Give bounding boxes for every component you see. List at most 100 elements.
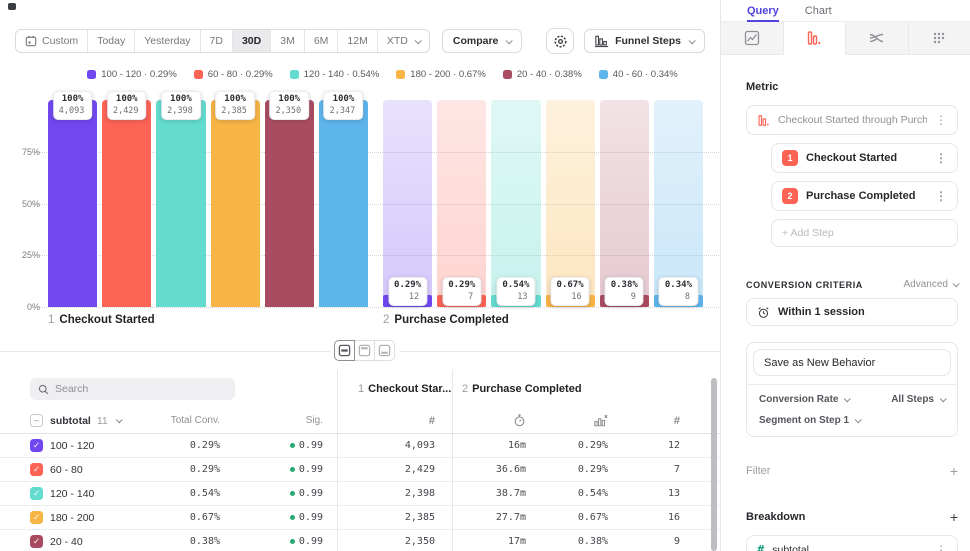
date-range-7d[interactable]: 7D bbox=[201, 30, 233, 52]
select-all-checkbox[interactable]: – bbox=[30, 414, 43, 427]
retention-tab[interactable] bbox=[909, 22, 970, 55]
date-range-6m[interactable]: 6M bbox=[305, 30, 339, 52]
total-conv-header[interactable]: Total Conv. bbox=[167, 415, 222, 426]
chevron-down-icon bbox=[953, 280, 960, 287]
kebab-menu-icon[interactable]: ⋮ bbox=[935, 190, 947, 202]
funnel-bar[interactable]: 0.34%8 bbox=[654, 100, 703, 307]
date-range-yesterday[interactable]: Yesterday bbox=[135, 30, 200, 52]
table-row[interactable]: ✓20 - 40 0.38% 0.99 2,350 17m 0.38% 9 bbox=[0, 530, 720, 551]
step1-axis-label: 1Checkout Started bbox=[48, 314, 155, 326]
date-range-3m[interactable]: 3M bbox=[271, 30, 305, 52]
add-filter-button[interactable]: + bbox=[950, 463, 958, 479]
bar-value-label: 0.54%13 bbox=[496, 277, 535, 306]
funnel-bar[interactable]: 100%2,398 bbox=[156, 100, 205, 307]
chart-type-button[interactable]: Funnel Steps bbox=[584, 29, 705, 53]
legend-swatch bbox=[87, 70, 96, 79]
step-card-1[interactable]: 1 Checkout Started ⋮ bbox=[771, 143, 958, 173]
funnel-bar[interactable]: 0.29%7 bbox=[437, 100, 486, 307]
conversion-criteria-heading: CONVERSION CRITERIA bbox=[746, 280, 904, 290]
layout-chart-only-button[interactable] bbox=[354, 340, 375, 361]
legend-item[interactable]: 20 - 40 · 0.38% bbox=[503, 69, 582, 80]
steps-dropdown[interactable]: All Steps bbox=[891, 394, 945, 405]
legend-item[interactable]: 180 - 200 · 0.67% bbox=[396, 69, 486, 80]
sig-status-dot bbox=[290, 515, 295, 520]
date-range-12m[interactable]: 12M bbox=[338, 30, 377, 52]
count-header-hash-icon[interactable]: # bbox=[325, 415, 437, 427]
significance-cell: 0.99 bbox=[222, 464, 325, 475]
table-row[interactable]: ✓100 - 120 0.29% 0.99 4,093 16m 0.29% 12 bbox=[0, 434, 720, 458]
breakdown-section: Breakdown + bbox=[746, 509, 958, 525]
row-checkbox[interactable]: ✓ bbox=[30, 511, 43, 524]
legend-item[interactable]: 40 - 60 · 0.34% bbox=[599, 69, 678, 80]
conversion-rate-header[interactable] bbox=[528, 414, 610, 428]
count-header-hash-icon[interactable]: # bbox=[610, 415, 682, 427]
kebab-menu-icon[interactable]: ⋮ bbox=[935, 114, 947, 126]
funnel-bar[interactable]: 100%2,347 bbox=[319, 100, 368, 307]
funnel-bar[interactable]: 100%4,093 bbox=[48, 100, 97, 307]
row-checkbox[interactable]: ✓ bbox=[30, 439, 43, 452]
chart-type-label: Funnel Steps bbox=[615, 35, 681, 47]
row-checkbox[interactable]: ✓ bbox=[30, 535, 43, 548]
date-range-30d[interactable]: 30D bbox=[233, 30, 271, 52]
table-row[interactable]: ✓60 - 80 0.29% 0.99 2,429 36.6m 0.29% 7 bbox=[0, 458, 720, 482]
sig-header[interactable]: Sig. bbox=[222, 415, 325, 426]
layout-split-button[interactable] bbox=[334, 340, 355, 361]
funnel-bar[interactable]: 0.67%16 bbox=[546, 100, 595, 307]
date-range-custom[interactable]: Custom bbox=[16, 30, 88, 52]
breakdown-item-label: subtotal bbox=[772, 544, 927, 551]
insights-icon bbox=[744, 30, 760, 46]
funnel-bar[interactable]: 0.38%9 bbox=[600, 100, 649, 307]
table-row[interactable]: ✓120 - 140 0.54% 0.99 2,398 38.7m 0.54% … bbox=[0, 482, 720, 506]
subtotal-header[interactable]: subtotal11 bbox=[50, 415, 121, 427]
step2-column-group-header: 2Purchase Completed bbox=[462, 383, 582, 395]
kebab-menu-icon[interactable]: ⋮ bbox=[935, 544, 947, 551]
advanced-dropdown[interactable]: Advanced bbox=[904, 279, 958, 290]
funnel-chart: 75% 50% 25% 0% 100%4,093 100%2,429 100%2… bbox=[48, 100, 703, 307]
funnel-steps-icon bbox=[595, 35, 609, 48]
legend-item[interactable]: 60 - 80 · 0.29% bbox=[194, 69, 273, 80]
add-step-button[interactable]: + Add Step bbox=[771, 219, 958, 247]
save-behavior-button[interactable]: Save as New Behavior bbox=[753, 349, 951, 376]
behavior-card[interactable]: Checkout Started through Purch... ⋮ bbox=[746, 105, 958, 135]
step2-bar-group: 0.29%12 0.29%7 0.54%13 0.67%16 0.38%9 0.… bbox=[383, 100, 703, 307]
flows-tab[interactable] bbox=[846, 22, 909, 55]
funnel-bar[interactable]: 100%2,429 bbox=[102, 100, 151, 307]
tab-query[interactable]: Query bbox=[747, 0, 779, 22]
funnel-bar[interactable]: 100%2,350 bbox=[265, 100, 314, 307]
kebab-menu-icon[interactable]: ⋮ bbox=[935, 152, 947, 164]
y-axis-tick: 75% bbox=[6, 147, 40, 157]
add-breakdown-button[interactable]: + bbox=[950, 509, 958, 525]
table-header-row: – subtotal11 Total Conv. Sig. # # bbox=[0, 408, 720, 434]
funnel-bar[interactable]: 0.29%12 bbox=[383, 100, 432, 307]
table-row[interactable]: ✓180 - 200 0.67% 0.99 2,385 27.7m 0.67% … bbox=[0, 506, 720, 530]
scrollbar[interactable] bbox=[711, 378, 717, 551]
search-input[interactable] bbox=[55, 383, 215, 395]
significance-cell: 0.99 bbox=[222, 488, 325, 499]
legend-item[interactable]: 120 - 140 · 0.54% bbox=[290, 69, 380, 80]
row-checkbox[interactable]: ✓ bbox=[30, 463, 43, 476]
breakdown-item-card[interactable]: # subtotal ⋮ bbox=[746, 535, 958, 551]
sig-status-dot bbox=[290, 539, 295, 544]
measure-dropdown[interactable]: Conversion Rate bbox=[759, 394, 849, 405]
filter-section: Filter + bbox=[746, 463, 958, 479]
compare-button[interactable]: Compare bbox=[442, 29, 523, 53]
date-range-today[interactable]: Today bbox=[88, 30, 135, 52]
y-axis-tick: 50% bbox=[6, 199, 40, 209]
bar-value-label: 0.29%7 bbox=[442, 277, 481, 306]
conversion-window-card[interactable]: Within 1 session bbox=[746, 298, 958, 326]
funnels-tab[interactable] bbox=[784, 22, 847, 55]
step-card-2[interactable]: 2 Purchase Completed ⋮ bbox=[771, 181, 958, 211]
legend-item[interactable]: 100 - 120 · 0.29% bbox=[87, 69, 177, 80]
row-checkbox[interactable]: ✓ bbox=[30, 487, 43, 500]
segment-dropdown[interactable]: Segment on Step 1 bbox=[759, 415, 860, 426]
insights-tab[interactable] bbox=[721, 22, 784, 55]
date-range-xtd[interactable]: XTD bbox=[378, 30, 429, 52]
settings-gear-button[interactable] bbox=[546, 28, 574, 54]
time-to-convert-header[interactable] bbox=[437, 414, 528, 428]
tab-chart[interactable]: Chart bbox=[805, 0, 832, 17]
bar-value-label: 100%4,093 bbox=[53, 91, 93, 120]
funnel-bar[interactable]: 100%2,385 bbox=[211, 100, 260, 307]
funnel-bar[interactable]: 0.54%13 bbox=[491, 100, 540, 307]
table-search[interactable] bbox=[30, 378, 235, 400]
layout-table-only-button[interactable] bbox=[374, 340, 395, 361]
